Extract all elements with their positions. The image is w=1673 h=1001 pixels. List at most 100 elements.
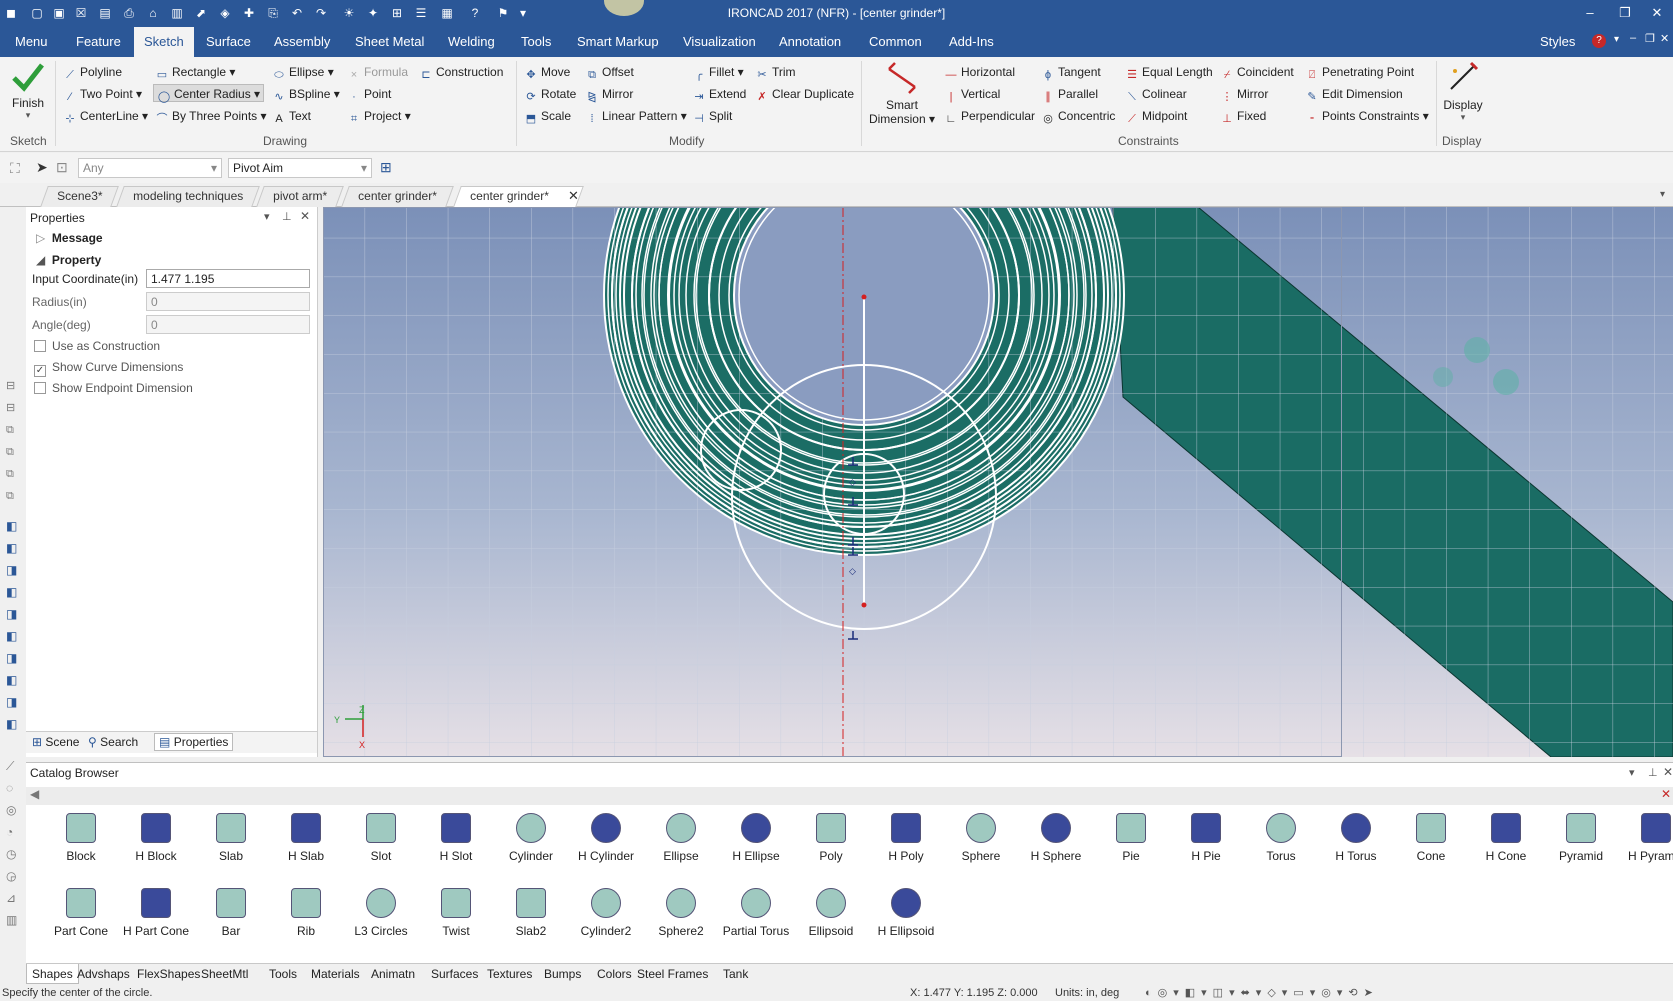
- vertical-button[interactable]: | Vertical: [944, 85, 1001, 103]
- catalog-item-part-cone[interactable]: Part Cone: [44, 888, 118, 938]
- project-button[interactable]: ⌗ Project ▾: [347, 107, 411, 125]
- point-button[interactable]: · Point: [347, 85, 391, 103]
- centerline-button[interactable]: ⊹ CenterLine ▾: [63, 107, 148, 125]
- tab-modeling-techniques[interactable]: modeling techniques: [116, 186, 260, 207]
- tool-strip-icons-bottom[interactable]: ⟋ ◌ ◎ ◔ ◷ ◶ ⊿ ▥: [6, 755, 20, 931]
- catalog-tab-advshaps[interactable]: Advshaps: [72, 964, 135, 984]
- select-box-icon[interactable]: ⊡: [56, 159, 68, 176]
- catalog-item-slab2[interactable]: Slab2: [494, 888, 568, 938]
- angle-field[interactable]: [146, 315, 310, 334]
- menu-smart-markup[interactable]: Smart Markup: [567, 27, 669, 57]
- catalog-tab-tools[interactable]: Tools: [264, 964, 302, 984]
- filter-combo[interactable]: Any ▾: [78, 158, 222, 178]
- tab-properties[interactable]: ▤ Properties: [154, 733, 234, 751]
- catalog-item-h-cylinder[interactable]: H Cylinder: [569, 813, 643, 863]
- catalog-item-slot[interactable]: Slot: [344, 813, 418, 863]
- catalog-item-h-part-cone[interactable]: H Part Cone: [119, 888, 193, 938]
- concentric-button[interactable]: ◎ Concentric: [1041, 107, 1115, 125]
- catalog-item-l3-circles[interactable]: L3 Circles: [344, 888, 418, 938]
- catalog-item-ellipse[interactable]: Ellipse: [644, 813, 718, 863]
- catalog-item-partial-torus[interactable]: Partial Torus: [719, 888, 793, 938]
- rectangle-button[interactable]: ▭ Rectangle ▾: [155, 63, 236, 81]
- styles-menu[interactable]: Styles: [1530, 27, 1585, 57]
- input-coordinate-field[interactable]: [146, 269, 310, 288]
- catalog-item-cylinder2[interactable]: Cylinder2: [569, 888, 643, 938]
- message-section[interactable]: ▷ Message: [36, 231, 103, 245]
- penetrating-point-button[interactable]: ⍁ Penetrating Point: [1305, 63, 1414, 81]
- close-button[interactable]: ✕: [1642, 3, 1672, 23]
- catalog-item-poly[interactable]: Poly: [794, 813, 868, 863]
- construction-button[interactable]: ⊏ Construction: [419, 63, 503, 81]
- menu-surface[interactable]: Surface: [196, 27, 261, 57]
- tab-scene3[interactable]: Scene3*: [40, 186, 120, 207]
- points-constraints-button[interactable]: ⁃ Points Constraints ▾: [1305, 107, 1429, 125]
- menu-assembly[interactable]: Assembly: [264, 27, 340, 57]
- menu-annotation[interactable]: Annotation: [769, 27, 851, 57]
- text-button[interactable]: A Text: [272, 107, 311, 125]
- move-button[interactable]: ✥ Move: [524, 63, 570, 81]
- sketch-canvas[interactable]: ◇ ◇ Z Y X: [323, 207, 1673, 757]
- chevron-down-icon[interactable]: ▾: [1660, 189, 1665, 200]
- catalog-item-h-torus[interactable]: H Torus: [1319, 813, 1393, 863]
- status-tool-icons[interactable]: ◐◎▾◧▾◫▾⬌▾◇▾▭▾◎▾⟲➤: [1145, 986, 1379, 999]
- catalog-tab-tank[interactable]: Tank: [718, 964, 753, 984]
- show-endpoint-dimension-checkbox[interactable]: Show Endpoint Dimension: [34, 381, 193, 395]
- two-point-button[interactable]: ⁄ Two Point ▾: [63, 85, 142, 103]
- catalog-item-rib[interactable]: Rib: [269, 888, 343, 938]
- tangent-button[interactable]: ϕ Tangent: [1041, 63, 1101, 81]
- extend-button[interactable]: ⇥ Extend: [692, 85, 746, 103]
- menu-menu[interactable]: Menu: [5, 27, 58, 57]
- select-filter-icon[interactable]: ⛶: [10, 160, 20, 177]
- close-tab-icon[interactable]: ✕: [568, 188, 579, 204]
- catalog-item-pie[interactable]: Pie: [1094, 813, 1168, 863]
- radius-field[interactable]: [146, 292, 310, 311]
- catalog-tab-steel-frames[interactable]: Steel Frames: [632, 964, 713, 984]
- linear-pattern-button[interactable]: ⁞ Linear Pattern ▾: [585, 107, 686, 125]
- polyline-button[interactable]: ⟋ Polyline: [63, 63, 122, 81]
- catalog-tab-sheetmtl[interactable]: SheetMtl: [196, 964, 253, 984]
- fillet-button[interactable]: ╭ Fillet ▾: [692, 63, 744, 81]
- fixed-button[interactable]: ⊥ Fixed: [1220, 107, 1266, 125]
- catalog-item-h-poly[interactable]: H Poly: [869, 813, 943, 863]
- close-catalog-icon[interactable]: ✕: [1661, 787, 1671, 801]
- 3d-viewport[interactable]: ◇ ◇ Z Y X: [323, 207, 1673, 757]
- tab-scene[interactable]: ⊞ Scene: [32, 735, 79, 749]
- catalog-tab-shapes[interactable]: Shapes: [26, 964, 79, 984]
- doc-close-icon[interactable]: ✕: [1660, 32, 1669, 45]
- trim-button[interactable]: ✂ Trim: [755, 63, 795, 81]
- chevron-down-icon[interactable]: ▾: [1614, 34, 1619, 45]
- menu-add-ins[interactable]: Add-Ins: [939, 27, 1004, 57]
- close-panel-icon[interactable]: ✕: [300, 209, 310, 223]
- horizontal-button[interactable]: ― Horizontal: [944, 63, 1016, 81]
- catalog-item-ellipsoid[interactable]: Ellipsoid: [794, 888, 868, 938]
- catalog-item-cylinder[interactable]: Cylinder: [494, 813, 568, 863]
- menu-visualization[interactable]: Visualization: [673, 27, 766, 57]
- catalog-tab-surfaces[interactable]: Surfaces: [426, 964, 483, 984]
- menu-feature[interactable]: Feature: [66, 27, 131, 57]
- catalog-tab-textures[interactable]: Textures: [482, 964, 537, 984]
- display-button[interactable]: Display ▾: [1440, 59, 1486, 129]
- perpendicular-button[interactable]: ∟ Perpendicular: [944, 107, 1035, 125]
- rotate-button[interactable]: ⟳ Rotate: [524, 85, 576, 103]
- catalog-item-bar[interactable]: Bar: [194, 888, 268, 938]
- help-circle-icon[interactable]: ?: [1592, 34, 1606, 48]
- back-arrow-icon[interactable]: ◀: [30, 787, 39, 801]
- catalog-item-h-cone[interactable]: H Cone: [1469, 813, 1543, 863]
- by-three-points-button[interactable]: ⌒ By Three Points ▾: [155, 107, 267, 125]
- catalog-tab-materials[interactable]: Materials: [306, 964, 365, 984]
- midpoint-button[interactable]: ⟋ Midpoint: [1125, 107, 1187, 125]
- doc-minimize-icon[interactable]: –: [1630, 32, 1636, 44]
- coincident-button[interactable]: ⌿ Coincident: [1220, 63, 1294, 81]
- catalog-item-block[interactable]: Block: [44, 813, 118, 863]
- property-section[interactable]: ◢ Property: [36, 253, 101, 267]
- pin-icon[interactable]: ⊥: [1648, 766, 1658, 779]
- tab-pivot-arm[interactable]: pivot arm*: [256, 186, 344, 207]
- catalog-item-cone[interactable]: Cone: [1394, 813, 1468, 863]
- catalog-item-pyramid[interactable]: Pyramid: [1544, 813, 1618, 863]
- catalog-item-h-slab[interactable]: H Slab: [269, 813, 343, 863]
- catalog-item-h-slot[interactable]: H Slot: [419, 813, 493, 863]
- catalog-tab-animatn[interactable]: Animatn: [366, 964, 420, 984]
- catalog-item-h-block[interactable]: H Block: [119, 813, 193, 863]
- tool-strip-icons-lower[interactable]: ◧ ◧ ◨ ◧ ◨ ◧ ◨ ◧ ◨ ◧: [6, 515, 20, 735]
- edit-dimension-button[interactable]: ✎ Edit Dimension: [1305, 85, 1402, 103]
